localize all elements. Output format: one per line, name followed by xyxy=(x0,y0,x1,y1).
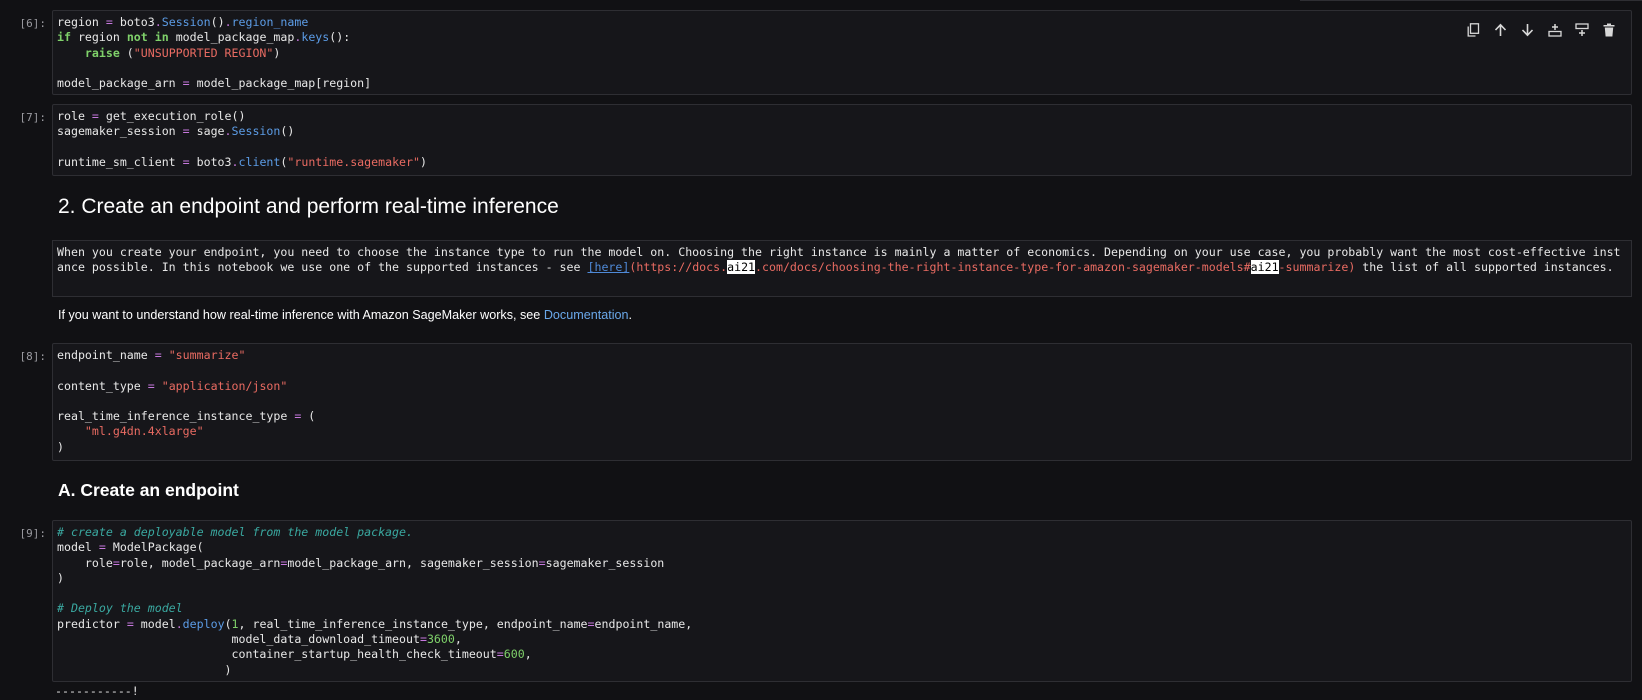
code-line: real_time_inference_instance_type = ( xyxy=(57,409,316,424)
section-heading: 2. Create an endpoint and perform real-t… xyxy=(58,195,559,218)
code-line: model_data_download_timeout=3600, xyxy=(57,632,462,647)
code-line: container_startup_health_check_timeout=6… xyxy=(57,647,532,662)
execution-count: [9]: xyxy=(19,527,47,540)
execution-count: [8]: xyxy=(19,350,47,363)
link-label[interactable]: [here] xyxy=(587,260,629,274)
code-line: ) xyxy=(57,570,64,585)
code-text[interactable]: region = boto3.Session().region_name if … xyxy=(53,11,1631,95)
paragraph: If you want to understand how real-time … xyxy=(58,308,632,322)
move-down-icon[interactable] xyxy=(1519,21,1536,38)
code-line: role=role, model_package_arn=model_packa… xyxy=(57,555,665,570)
code-line: model = ModelPackage( xyxy=(57,540,204,555)
search-highlight: ai21 xyxy=(727,260,756,275)
insert-above-icon[interactable] xyxy=(1573,21,1590,38)
cell-output: -----------! xyxy=(55,684,139,698)
code-line: ) xyxy=(57,662,232,677)
insert-below-icon[interactable] xyxy=(1546,21,1563,38)
code-line: region = boto3.Session().region_name xyxy=(57,15,309,29)
code-editor[interactable]: endpoint_name = "summarize" content_type… xyxy=(52,343,1632,461)
code-cell-8[interactable]: [8]: endpoint_name = "summarize" content… xyxy=(0,343,1642,461)
code-line: if region not in model_package_map.keys(… xyxy=(57,30,351,45)
code-line: "ml.g4dn.4xlarge" xyxy=(84,424,204,439)
markdown-source[interactable]: When you create your endpoint, you need … xyxy=(53,241,1631,280)
paragraph-text: . xyxy=(628,308,633,322)
code-line: predictor = model.deploy(1, real_time_in… xyxy=(57,616,693,631)
code-line: model_package_arn = model_package_map[re… xyxy=(57,76,372,91)
source-text: the list of all supported instances. xyxy=(1355,260,1614,275)
link-url: (https://docs. xyxy=(629,260,728,275)
execution-count: [7]: xyxy=(19,111,47,124)
cell-toolbar xyxy=(1465,21,1617,38)
code-line: endpoint_name = "summarize" xyxy=(57,348,246,362)
code-comment: # Deploy the model xyxy=(57,601,183,616)
code-editor[interactable]: role = get_execution_role() sagemaker_se… xyxy=(52,104,1632,176)
code-line: role = get_execution_role() xyxy=(57,109,246,123)
link-url: -summarize) xyxy=(1278,260,1356,275)
code-cell-7[interactable]: [7]: role = get_execution_role() sagemak… xyxy=(0,104,1642,176)
code-line: ) xyxy=(57,439,64,454)
divider xyxy=(1300,0,1642,1)
code-cell-6[interactable]: [6]: region = boto3.Session().region_nam… xyxy=(0,10,1642,95)
subsection-heading: A. Create an endpoint xyxy=(58,480,239,500)
execution-count: [6]: xyxy=(19,17,47,30)
delete-icon[interactable] xyxy=(1600,21,1617,38)
notebook: [6]: region = boto3.Session().region_nam… xyxy=(0,0,1642,700)
duplicate-icon[interactable] xyxy=(1465,21,1482,38)
paragraph-text: If you want to understand how real-time … xyxy=(58,308,544,322)
link-url: .com/docs/choosing-the-right-instance-ty… xyxy=(755,260,1251,275)
documentation-link[interactable]: Documentation xyxy=(544,308,629,322)
search-highlight: ai21 xyxy=(1250,260,1279,275)
markdown-editor[interactable]: When you create your endpoint, you need … xyxy=(52,240,1632,297)
code-cell-9[interactable]: [9]: # create a deployable model from th… xyxy=(0,520,1642,682)
code-text[interactable]: # create a deployable model from the mod… xyxy=(53,521,1631,682)
code-comment: # create a deployable model from the mod… xyxy=(57,525,413,539)
code-line: runtime_sm_client = boto3.client("runtim… xyxy=(57,154,427,169)
code-text[interactable]: endpoint_name = "summarize" content_type… xyxy=(53,344,1631,459)
code-text[interactable]: role = get_execution_role() sagemaker_se… xyxy=(53,105,1631,174)
code-line: raise ("UNSUPPORTED REGION") xyxy=(84,45,281,60)
code-editor[interactable]: region = boto3.Session().region_name if … xyxy=(52,10,1632,95)
code-editor[interactable]: # create a deployable model from the mod… xyxy=(52,520,1632,682)
code-line: content_type = "application/json" xyxy=(57,378,288,393)
move-up-icon[interactable] xyxy=(1492,21,1509,38)
code-line: sagemaker_session = sage.Session() xyxy=(57,124,295,139)
